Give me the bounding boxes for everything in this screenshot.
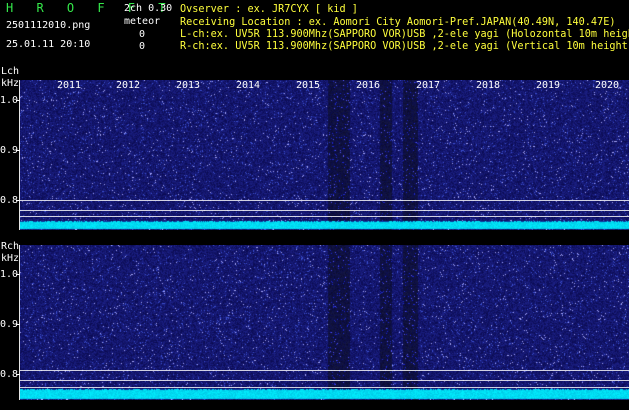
year-label-2012: 2012	[116, 80, 141, 91]
meteor-label: meteor	[124, 16, 161, 27]
lch-tick-0-9: 0.9	[0, 145, 19, 156]
rch-info: R-ch:ex. UV5R 113.900Mhz(SAPPORO VOR)USB…	[180, 41, 629, 52]
lch-meteor-count: 0	[139, 29, 146, 40]
rch-label: Rch	[1, 241, 20, 252]
rch-tick-mark	[16, 274, 20, 275]
observer-info: Ovserver : ex. JR7CYX [ kid ]	[180, 4, 358, 15]
year-label-2015: 2015	[296, 80, 321, 91]
lch-label: Lch	[1, 66, 20, 77]
rch-ref-line	[20, 380, 629, 381]
lch-ref-line	[20, 200, 629, 201]
year-label-2018: 2018	[476, 80, 501, 91]
year-label-2013: 2013	[176, 80, 201, 91]
year-label-2017: 2017	[416, 80, 441, 91]
year-label-2011: 2011	[57, 80, 82, 91]
lch-spectrogram	[20, 80, 629, 230]
rch-tick-0-9: 0.9	[0, 319, 19, 330]
rch-unit: kHz	[1, 253, 20, 264]
rch-tick-mark	[16, 374, 20, 375]
lch-ref-line	[20, 216, 629, 217]
lch-info: L-ch:ex. UV5R 113.900Mhz(SAPPORO VOR)USB…	[180, 29, 629, 40]
rch-meteor-count: 0	[139, 41, 146, 52]
rch-ref-line	[20, 387, 629, 388]
timestamp: 25.01.11 20:10	[6, 39, 91, 50]
year-label-2016: 2016	[356, 80, 381, 91]
lch-tick-1-0: 1.0	[0, 95, 19, 106]
lch-unit: kHz	[1, 78, 20, 89]
year-label-2020: 2020	[595, 80, 620, 91]
rch-tick-mark	[16, 324, 20, 325]
year-label-2019: 2019	[536, 80, 561, 91]
channel-info: 2ch 0.30	[124, 3, 173, 14]
file-name: 2501112010.png	[6, 20, 91, 31]
rch-spectrogram	[20, 245, 629, 400]
rch-tick-0-8: 0.8	[0, 369, 19, 380]
location-info: Receiving Location : ex. Aomori City Aom…	[180, 17, 616, 28]
lch-ref-line	[20, 210, 629, 211]
rch-y-axis	[19, 245, 20, 400]
lch-tick-mark	[16, 150, 20, 151]
lch-tick-0-8: 0.8	[0, 195, 19, 206]
rch-tick-1-0: 1.0	[0, 269, 19, 280]
rch-ref-line	[20, 370, 629, 371]
year-label-2014: 2014	[236, 80, 261, 91]
lch-tick-mark	[16, 100, 20, 101]
lch-y-axis	[19, 80, 20, 230]
